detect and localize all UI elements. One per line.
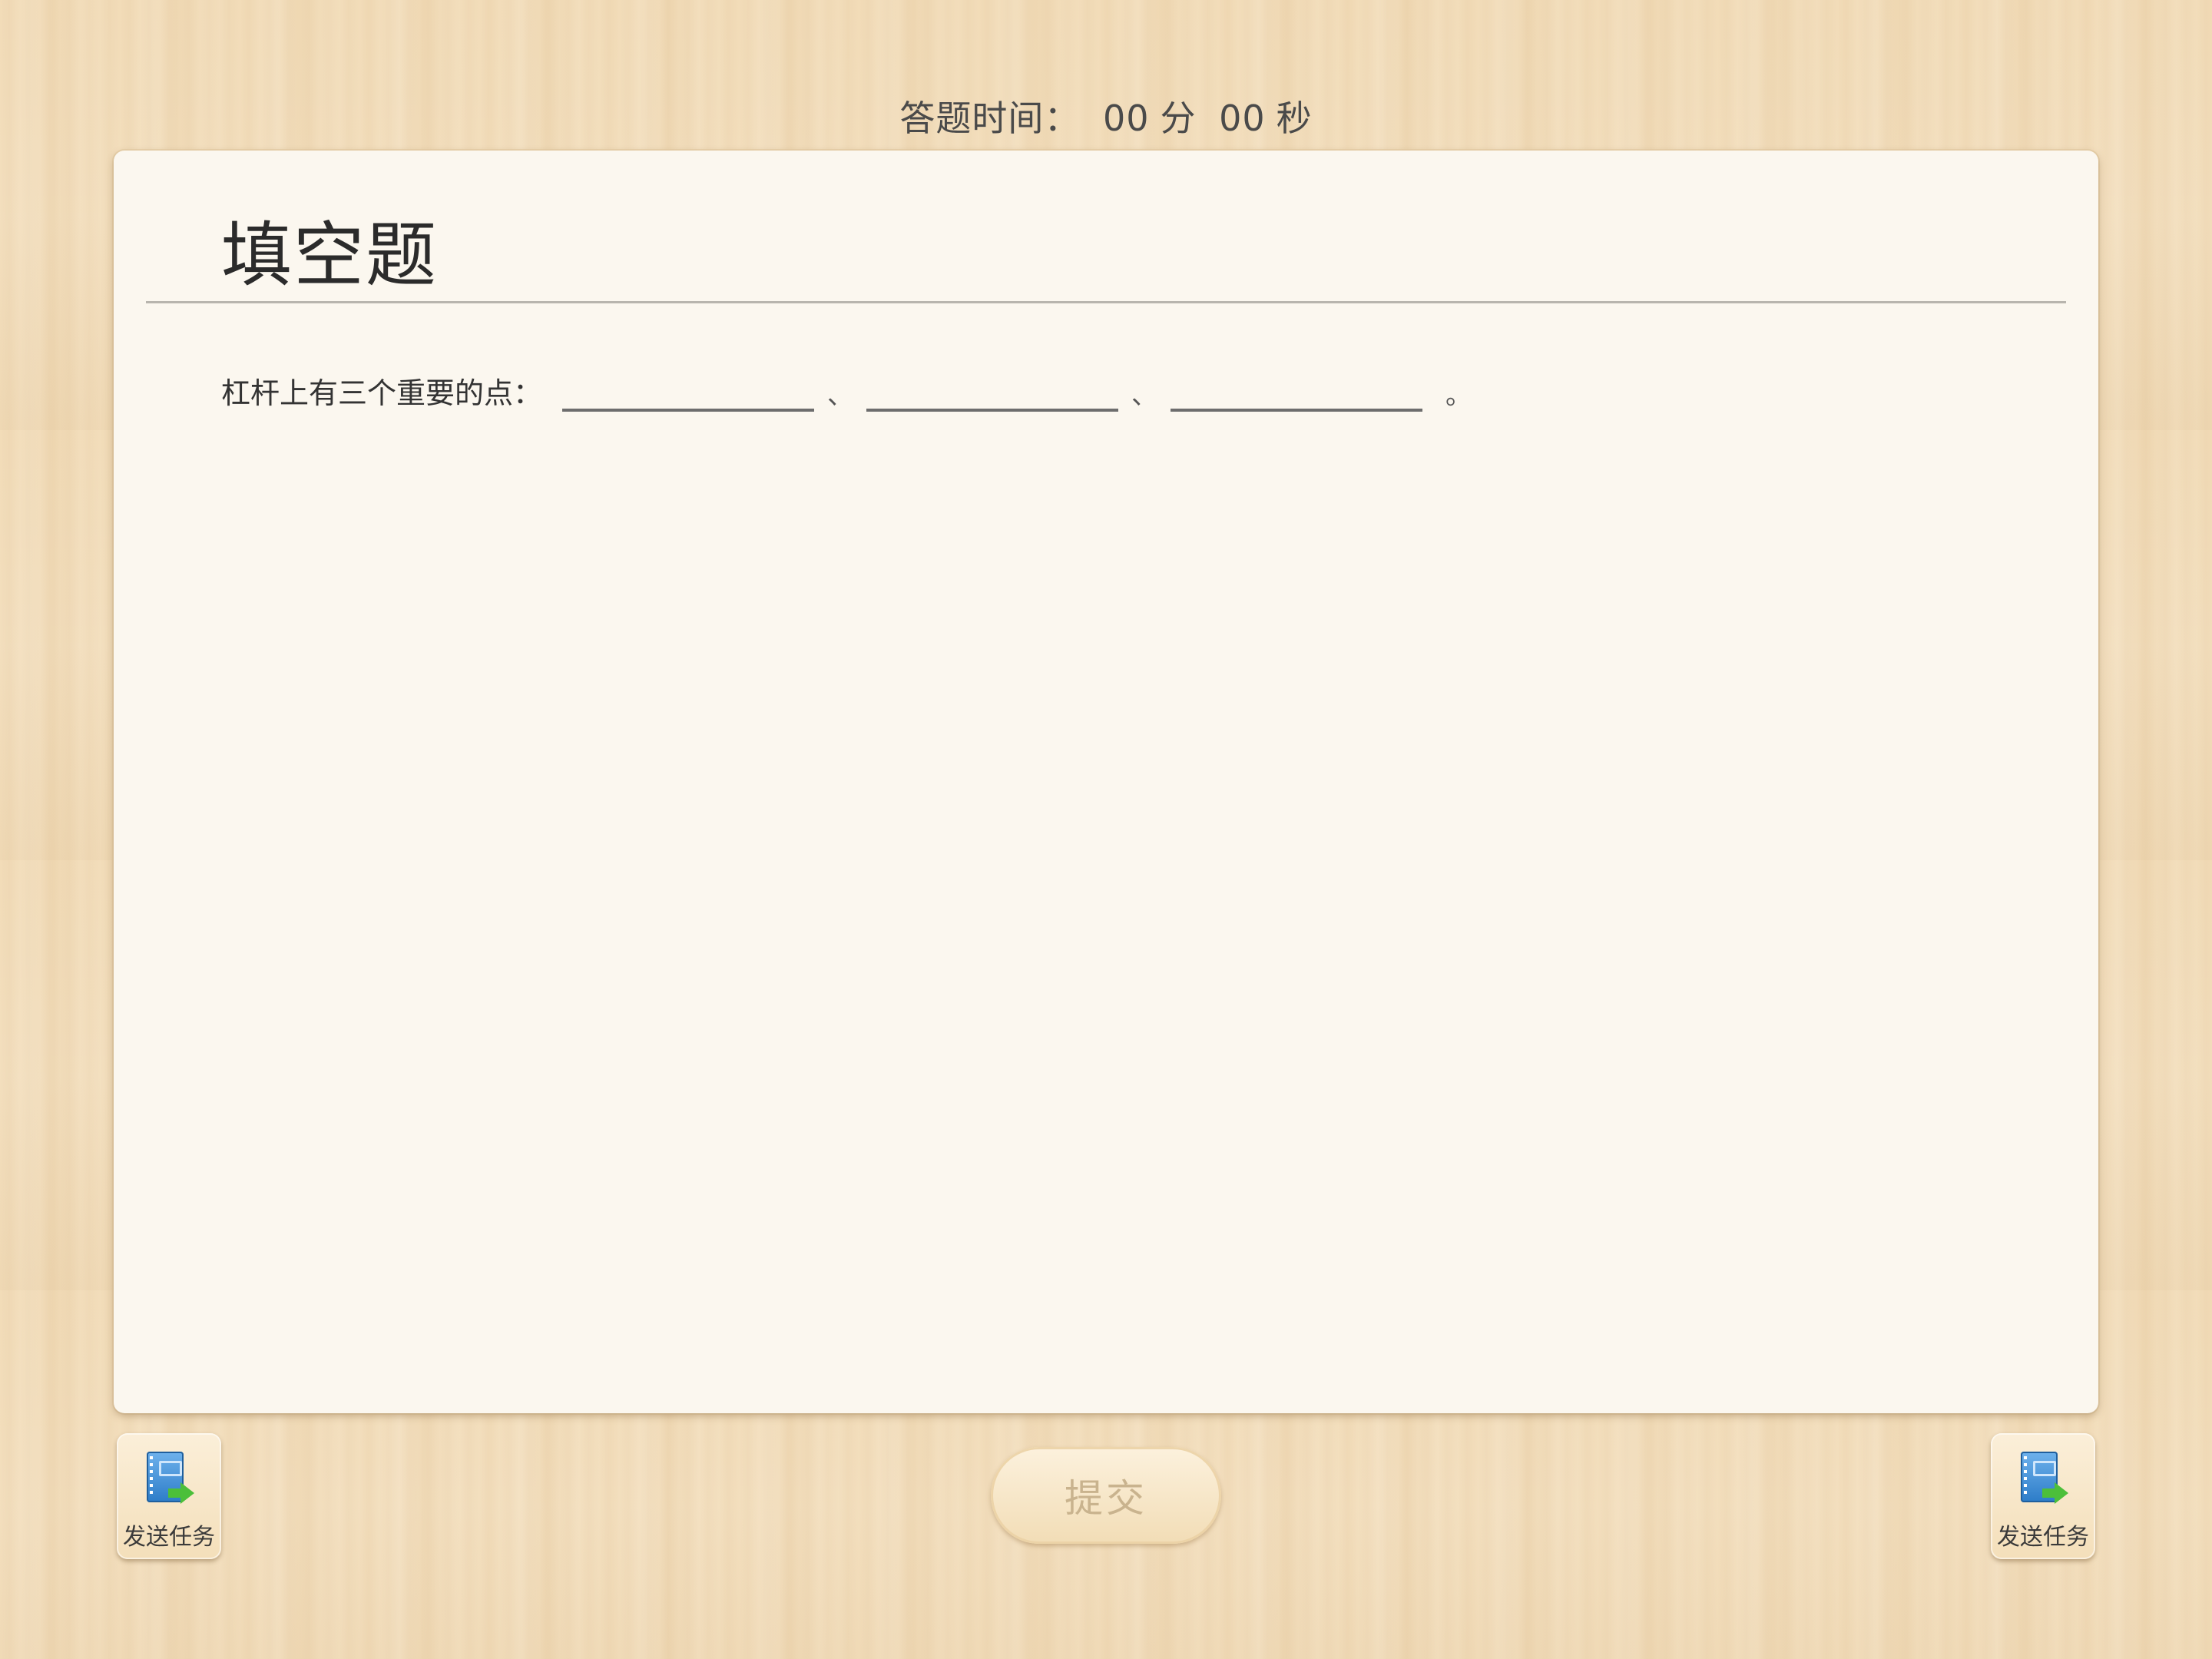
blank-separator: 、 [827,380,854,411]
submit-button[interactable]: 提交 [991,1447,1221,1544]
question-type-title: 填空题 [221,214,439,296]
timer-seconds: 00 [1219,98,1266,139]
question-card: 填空题 杠杆上有三个重要的点： 、 、 。 [114,151,2098,1413]
send-task-button-left[interactable]: 发送任务 [117,1433,221,1559]
task-send-icon [142,1452,196,1513]
send-task-button-right[interactable]: 发送任务 [1991,1433,2095,1559]
answer-blank-1[interactable] [562,370,815,412]
timer-seconds-unit: 秒 [1276,98,1313,139]
blank-separator: 、 [1131,380,1158,411]
question-prompt: 杠杆上有三个重要的点： [221,376,543,410]
timer-minutes-unit: 分 [1160,98,1197,139]
answer-blank-3[interactable] [1171,370,1423,412]
timer-label: 答题时间： [899,98,1081,139]
task-send-icon [2016,1452,2070,1513]
timer-minutes: 00 [1102,98,1150,139]
send-task-label: 发送任务 [123,1524,215,1551]
answer-timer: 答题时间： 00 分 00 秒 [0,91,2212,141]
sentence-end-mark: 。 [1445,380,1472,411]
send-task-label: 发送任务 [1997,1524,2089,1551]
title-divider [146,301,2066,303]
answer-blank-2[interactable] [866,370,1119,412]
fill-blank-question: 杠杆上有三个重要的点： 、 、 。 [221,369,1472,412]
